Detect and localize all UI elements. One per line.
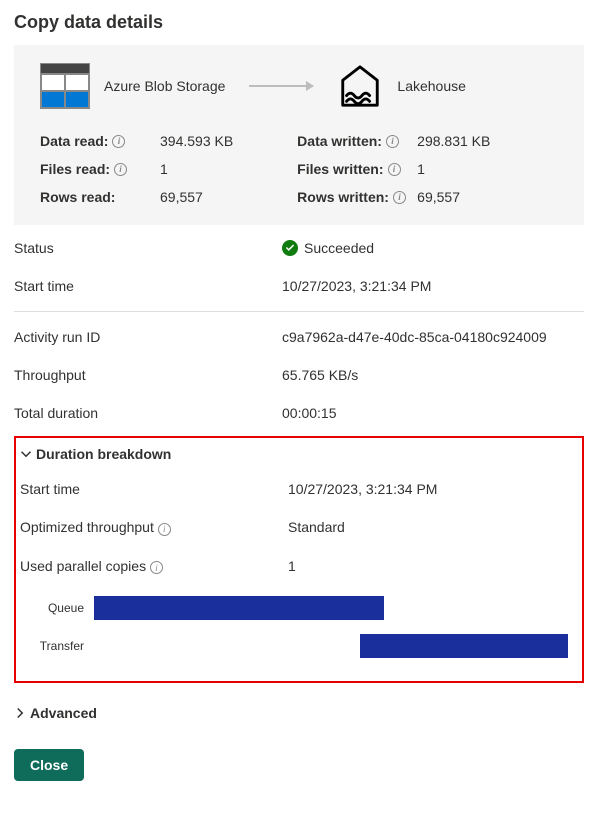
used-parallel-copies-label: Used parallel copies i bbox=[20, 558, 288, 575]
gantt-transfer-bar bbox=[360, 634, 568, 658]
optimized-throughput-value: Standard bbox=[288, 519, 578, 535]
optimized-throughput-label: Optimized throughput i bbox=[20, 519, 288, 536]
info-icon[interactable]: i bbox=[388, 163, 401, 176]
read-stats: Data read:i 394.593 KB Files read:i 1 Ro… bbox=[40, 133, 233, 205]
gantt-transfer-label: Transfer bbox=[20, 639, 94, 653]
source-block: Azure Blob Storage bbox=[40, 63, 225, 109]
rows-written-label: Rows written:i bbox=[297, 189, 417, 205]
gantt-row-transfer: Transfer bbox=[20, 633, 578, 659]
throughput-label: Throughput bbox=[14, 367, 282, 383]
breakdown-start-time-label: Start time bbox=[20, 481, 288, 497]
chevron-down-icon bbox=[20, 448, 32, 460]
files-read-value: 1 bbox=[160, 161, 233, 177]
total-duration-label: Total duration bbox=[14, 405, 282, 421]
success-icon bbox=[282, 240, 298, 256]
source-label: Azure Blob Storage bbox=[104, 78, 225, 94]
status-label: Status bbox=[14, 240, 282, 256]
azure-blob-storage-icon bbox=[40, 63, 90, 109]
info-icon[interactable]: i bbox=[114, 163, 127, 176]
info-icon[interactable]: i bbox=[386, 135, 399, 148]
breakdown-start-time-value: 10/27/2023, 3:21:34 PM bbox=[288, 481, 578, 497]
gantt-queue-label: Queue bbox=[20, 601, 94, 615]
files-read-label: Files read:i bbox=[40, 161, 160, 177]
duration-breakdown-highlight: Duration breakdown Start time 10/27/2023… bbox=[14, 436, 584, 683]
start-time-label: Start time bbox=[14, 278, 282, 294]
close-button[interactable]: Close bbox=[14, 749, 84, 781]
files-written-value: 1 bbox=[417, 161, 490, 177]
advanced-toggle[interactable]: Advanced bbox=[14, 697, 97, 729]
lakehouse-icon bbox=[337, 63, 383, 109]
throughput-value: 65.765 KB/s bbox=[282, 367, 584, 383]
start-time-value: 10/27/2023, 3:21:34 PM bbox=[282, 278, 584, 294]
files-written-label: Files written:i bbox=[297, 161, 417, 177]
total-duration-value: 00:00:15 bbox=[282, 405, 584, 421]
duration-breakdown-toggle[interactable]: Duration breakdown bbox=[20, 438, 171, 470]
activity-run-id-value: c9a7962a-d47e-40dc-85ca-04180c924009 bbox=[282, 329, 584, 345]
info-icon[interactable]: i bbox=[112, 135, 125, 148]
advanced-label: Advanced bbox=[30, 705, 97, 721]
duration-gantt: Queue Transfer bbox=[20, 595, 578, 659]
status-value: Succeeded bbox=[304, 240, 374, 256]
gantt-row-queue: Queue bbox=[20, 595, 578, 621]
written-stats: Data written:i 298.831 KB Files written:… bbox=[297, 133, 490, 205]
info-icon[interactable]: i bbox=[158, 523, 171, 536]
chevron-right-icon bbox=[14, 707, 26, 719]
activity-run-id-label: Activity run ID bbox=[14, 329, 282, 345]
info-icon[interactable]: i bbox=[150, 561, 163, 574]
data-read-label: Data read:i bbox=[40, 133, 160, 149]
sink-block: Lakehouse bbox=[337, 63, 466, 109]
data-written-value: 298.831 KB bbox=[417, 133, 490, 149]
info-icon[interactable]: i bbox=[393, 191, 406, 204]
rows-read-value: 69,557 bbox=[160, 189, 233, 205]
rows-written-value: 69,557 bbox=[417, 189, 490, 205]
duration-breakdown-header: Duration breakdown bbox=[36, 446, 171, 462]
sink-label: Lakehouse bbox=[397, 78, 466, 94]
data-written-label: Data written:i bbox=[297, 133, 417, 149]
used-parallel-copies-value: 1 bbox=[288, 558, 578, 574]
divider bbox=[14, 311, 584, 312]
rows-read-label: Rows read: bbox=[40, 189, 160, 205]
data-read-value: 394.593 KB bbox=[160, 133, 233, 149]
arrow-icon bbox=[249, 85, 313, 87]
gantt-queue-bar bbox=[94, 596, 384, 620]
page-title: Copy data details bbox=[14, 12, 584, 33]
source-sink-card: Azure Blob Storage Lakehouse Data read:i… bbox=[14, 45, 584, 225]
